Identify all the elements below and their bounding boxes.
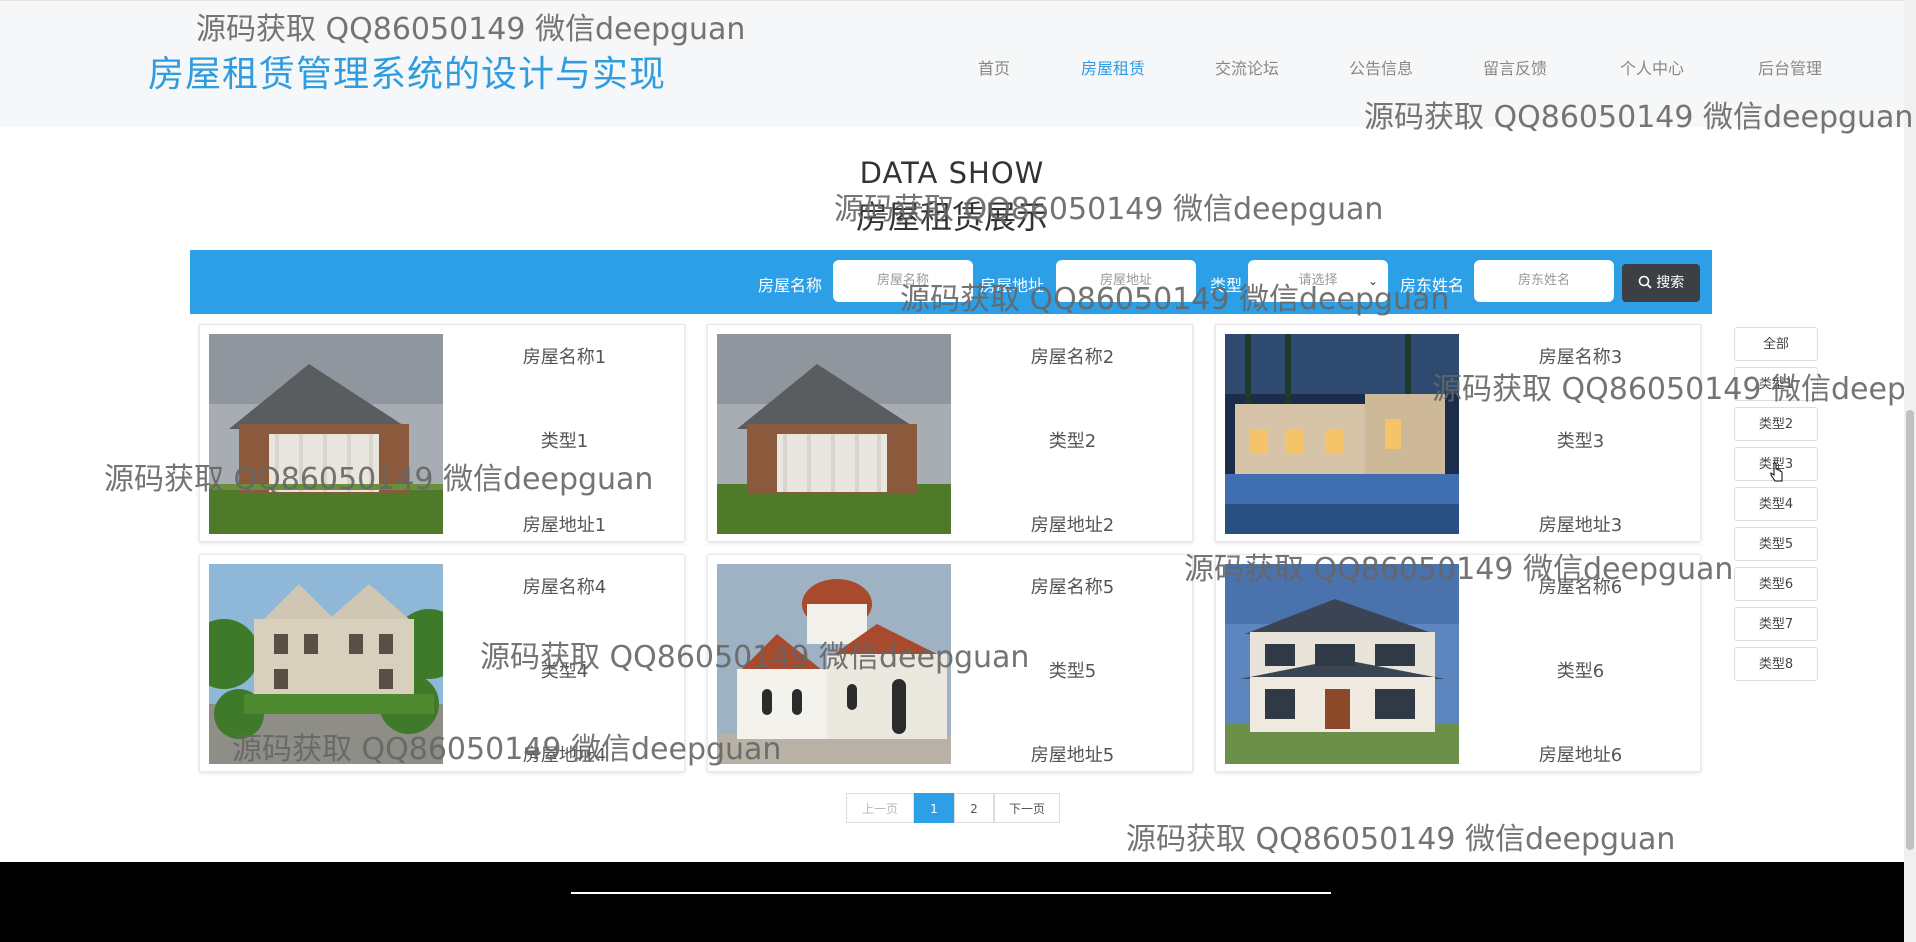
category-type-4[interactable]: 类型4	[1734, 487, 1818, 521]
category-type-5[interactable]: 类型5	[1734, 527, 1818, 561]
watermark-text: 源码获取 QQ86050149 微信deepguan	[1184, 552, 1734, 587]
nav-home[interactable]: 首页	[978, 55, 1010, 79]
watermark-text: 源码获取 QQ86050149 微信deepguan	[104, 462, 654, 497]
search-icon	[1638, 275, 1652, 289]
house-type: 类型2	[1048, 431, 1097, 452]
page-2-button[interactable]: 2	[954, 793, 994, 823]
house-name: 房屋名称4	[522, 577, 607, 598]
house-name: 房屋名称2	[1030, 347, 1115, 368]
nav-forum[interactable]: 交流论坛	[1215, 55, 1279, 79]
category-type-8[interactable]: 类型8	[1734, 647, 1818, 681]
house-card-1[interactable]: 房屋名称1 类型1 房屋地址1	[199, 324, 685, 542]
house-name: 房屋名称1	[522, 347, 607, 368]
prev-page-button[interactable]: 上一页	[846, 793, 914, 823]
house-type: 类型1	[540, 431, 589, 452]
search-name-label: 房屋名称	[758, 276, 823, 295]
house-image[interactable]	[1225, 334, 1459, 534]
house-type: 类型6	[1556, 661, 1605, 682]
mouse-cursor-icon	[1770, 462, 1783, 482]
house-address: 房屋地址5	[1030, 745, 1115, 766]
house-name: 房屋名称5	[1030, 577, 1115, 598]
nav-house-rental[interactable]: 房屋租赁	[1081, 55, 1145, 79]
category-type-7[interactable]: 类型7	[1734, 607, 1818, 641]
house-card-3[interactable]: 房屋名称3 类型3 房屋地址3	[1215, 324, 1701, 542]
house-card-2[interactable]: 房屋名称2 类型2 房屋地址2	[707, 324, 1193, 542]
watermark-text: 源码获取 QQ86050149 微信deepguan	[1364, 100, 1914, 135]
watermark-text: 源码获取 QQ86050149 微信deepguan	[232, 732, 782, 767]
watermark-text: 源码获取 QQ86050149 微信deepguan	[1432, 372, 1904, 407]
page-1-button[interactable]: 1	[914, 793, 954, 823]
watermark-text: 源码获取 QQ86050149 微信deepguan	[834, 192, 1384, 227]
category-all[interactable]: 全部	[1734, 327, 1818, 361]
search-button-label: 搜索	[1656, 275, 1685, 291]
watermark-text: 源码获取 QQ86050149 微信deepguan	[1126, 822, 1676, 857]
watermark-text: 源码获取 QQ86050149 微信deepguan	[196, 12, 746, 47]
nav-feedback[interactable]: 留言反馈	[1483, 55, 1547, 79]
search-landlord-input[interactable]: 房东姓名	[1474, 260, 1614, 302]
house-address: 房屋地址3	[1538, 515, 1623, 536]
site-footer	[0, 862, 1904, 942]
category-type-2[interactable]: 类型2	[1734, 407, 1818, 441]
site-title[interactable]: 房屋租赁管理系统的设计与实现	[148, 45, 666, 97]
house-address: 房屋地址2	[1030, 515, 1115, 536]
house-address: 房屋地址1	[522, 515, 607, 536]
footer-divider	[571, 892, 1331, 894]
search-button[interactable]: 搜索	[1622, 264, 1700, 302]
nav-announcements[interactable]: 公告信息	[1349, 55, 1413, 79]
house-type: 类型3	[1556, 431, 1605, 452]
watermark-text: 源码获取 QQ86050149 微信deepguan	[900, 282, 1450, 317]
next-page-button[interactable]: 下一页	[994, 793, 1060, 823]
nav-personal-center[interactable]: 个人中心	[1620, 55, 1684, 79]
scrollbar-thumb[interactable]	[1906, 410, 1914, 850]
house-image[interactable]	[209, 334, 443, 534]
category-type-6[interactable]: 类型6	[1734, 567, 1818, 601]
page-scrollbar[interactable]	[1904, 0, 1916, 942]
nav-admin[interactable]: 后台管理	[1758, 55, 1822, 79]
house-image[interactable]	[1225, 564, 1459, 764]
watermark-text: 源码获取 QQ86050149 微信deepguan	[480, 640, 1030, 675]
house-address: 房屋地址6	[1538, 745, 1623, 766]
house-image[interactable]	[717, 334, 951, 534]
